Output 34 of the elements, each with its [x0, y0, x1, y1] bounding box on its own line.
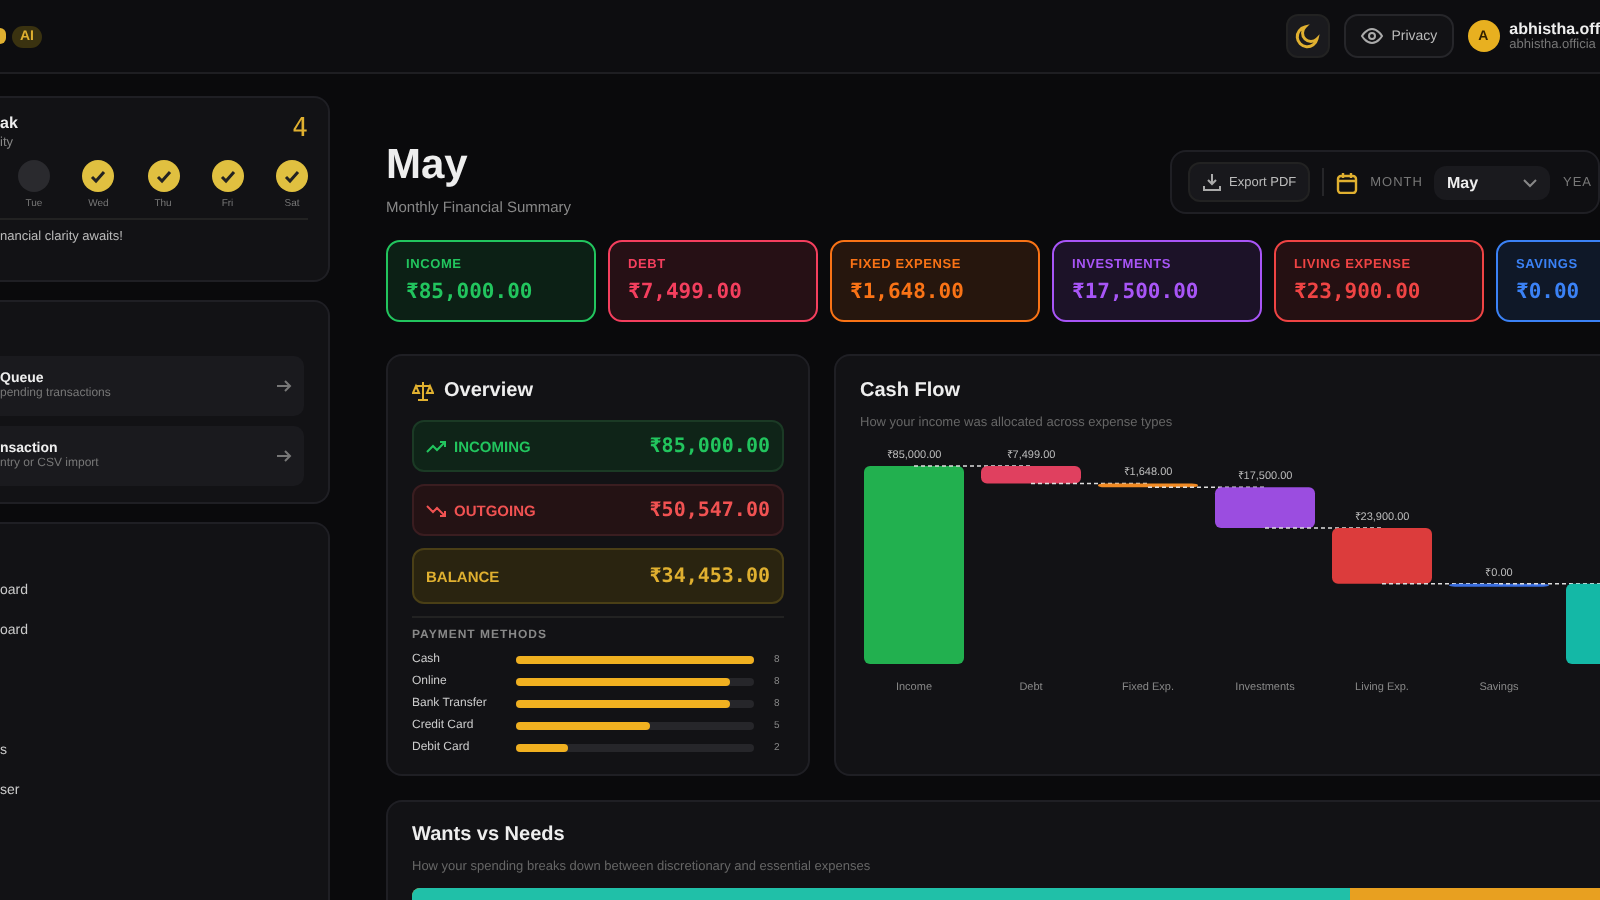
month-select[interactable]: May [1434, 165, 1551, 199]
eye-icon [1359, 24, 1384, 48]
arrow-right-icon [276, 378, 292, 394]
stat-value: ₹1,648.00 [850, 280, 966, 304]
streak-title: ak [0, 114, 18, 132]
checkmark-icon [284, 169, 300, 183]
stat-value: ₹7,499.00 [628, 280, 744, 304]
user-name: abhistha.off [1509, 20, 1600, 38]
row-amount: ₹50,547.00 [649, 499, 770, 521]
trend-down-icon [426, 503, 446, 517]
overview-title: Overview [444, 380, 533, 402]
checkmark-icon [90, 169, 107, 183]
arrow-right-icon [276, 448, 292, 464]
stat-value: ₹85,000.00 [406, 280, 535, 304]
row-amount: ₹85,000.00 [649, 435, 770, 457]
stat-value: ₹0.00 [1516, 280, 1582, 304]
calendar-icon [1336, 171, 1359, 193]
connector-line [913, 465, 1032, 467]
card-title: Cash Flow [860, 380, 963, 402]
checkmark-icon [155, 169, 171, 183]
checkmark-icon [219, 169, 236, 183]
moon-icon [1293, 22, 1322, 50]
row-amount: ₹34,453.00 [649, 565, 770, 587]
stat-value: ₹23,900.00 [1294, 280, 1423, 304]
download-icon [1201, 172, 1222, 192]
chevron-down-icon [1522, 177, 1539, 187]
theme-toggle-button[interactable] [1285, 14, 1330, 58]
scale-icon [412, 380, 434, 402]
connector-line [1264, 527, 1383, 529]
trend-up-icon [426, 439, 446, 453]
page-title: May [386, 142, 470, 190]
streak-count: 4 [292, 114, 308, 148]
stat-value: ₹17,500.00 [1072, 280, 1201, 304]
card-title: Wants vs Needs [412, 824, 567, 846]
